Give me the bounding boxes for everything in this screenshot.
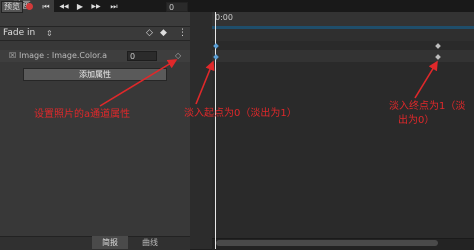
- annotation-end-point-line2: 出为0）: [398, 115, 435, 126]
- arrow-to-start-key: [195, 60, 215, 105]
- annotation-alpha-property: 设置照片的a通道属性: [34, 109, 131, 120]
- arrow-to-end-key: [414, 60, 438, 99]
- arrow-to-property: [99, 59, 178, 107]
- annotation-start-point: 淡入起点为0（淡出为1）: [184, 108, 297, 119]
- annotation-end-point-line1: 淡入终点为1（淡: [389, 101, 466, 112]
